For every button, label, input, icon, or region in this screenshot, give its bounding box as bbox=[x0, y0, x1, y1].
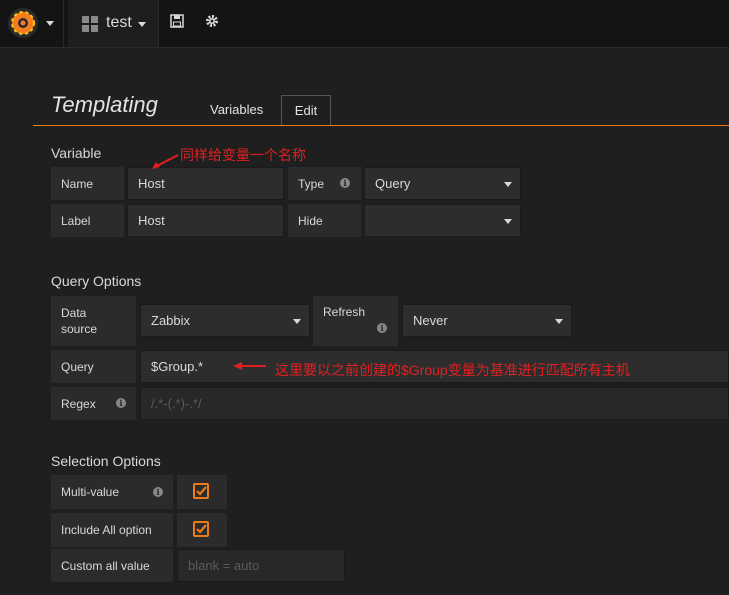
info-icon: i bbox=[377, 323, 387, 333]
dashboard-title: test bbox=[106, 14, 132, 31]
grafana-logo-icon bbox=[8, 8, 38, 38]
multi-value-checkbox-wrap bbox=[177, 475, 227, 509]
grafana-menu-button[interactable] bbox=[0, 0, 64, 47]
chevron-down-icon bbox=[138, 22, 146, 27]
multi-value-label: Multi-value i bbox=[51, 475, 173, 509]
tab-edit[interactable]: Edit bbox=[281, 95, 331, 126]
page-title: Templating bbox=[51, 92, 158, 117]
label-label: Label bbox=[51, 204, 124, 237]
multi-value-label-text: Multi-value bbox=[61, 485, 120, 499]
type-label: Type i bbox=[288, 167, 361, 200]
variable-section-title: Variable bbox=[51, 145, 102, 161]
datasource-label: Data source bbox=[51, 296, 136, 346]
selection-options-section-title: Selection Options bbox=[51, 453, 161, 469]
name-input[interactable]: Host bbox=[127, 167, 284, 200]
regex-input[interactable]: /.*-(.*)-.*/ bbox=[140, 387, 729, 420]
tab-underline bbox=[33, 125, 729, 126]
type-select-value: Query bbox=[375, 176, 411, 191]
include-all-checkbox-wrap bbox=[177, 513, 227, 547]
save-icon[interactable] bbox=[168, 14, 186, 32]
info-icon: i bbox=[153, 487, 163, 497]
regex-label: Regex i bbox=[51, 387, 136, 420]
type-select[interactable]: Query bbox=[364, 167, 521, 200]
info-icon: i bbox=[116, 398, 126, 408]
custom-all-input[interactable]: blank = auto bbox=[177, 549, 345, 582]
top-navbar: test bbox=[0, 0, 729, 48]
datasource-select-value: Zabbix bbox=[151, 313, 191, 328]
red-arrow-icon bbox=[152, 154, 179, 169]
hide-label: Hide bbox=[288, 204, 361, 237]
gear-icon[interactable] bbox=[203, 14, 221, 32]
regex-placeholder: /.*-(.*)-.*/ bbox=[151, 396, 202, 411]
dashboard-grid-icon bbox=[82, 16, 98, 32]
label-input[interactable]: Host bbox=[127, 204, 284, 237]
chevron-down-icon bbox=[504, 218, 512, 224]
multi-value-checkbox[interactable] bbox=[193, 483, 209, 499]
info-icon: i bbox=[340, 178, 350, 188]
label-input-value: Host bbox=[138, 213, 165, 228]
query-label: Query bbox=[51, 350, 136, 383]
refresh-select-value: Never bbox=[413, 313, 448, 328]
include-all-label: Include All option bbox=[51, 513, 173, 547]
query-annotation: 这里要以之前创建的$Group变量为基准进行匹配所有主机 bbox=[275, 362, 630, 378]
tab-variables[interactable]: Variables bbox=[203, 95, 270, 125]
chevron-down-icon bbox=[293, 318, 301, 324]
query-input-value: $Group.* bbox=[151, 359, 204, 374]
name-label: Name bbox=[51, 167, 124, 200]
chevron-down-icon bbox=[504, 181, 512, 187]
chevron-down-icon bbox=[555, 318, 563, 324]
regex-label-text: Regex bbox=[61, 396, 96, 411]
custom-all-placeholder: blank = auto bbox=[188, 558, 260, 573]
query-options-section-title: Query Options bbox=[51, 273, 142, 289]
type-label-text: Type bbox=[298, 176, 325, 191]
refresh-label: Refresh i bbox=[313, 296, 398, 346]
custom-all-label: Custom all value bbox=[51, 549, 173, 582]
name-annotation: 同样给变量一个名称 bbox=[180, 147, 306, 163]
datasource-select[interactable]: Zabbix bbox=[140, 304, 310, 337]
refresh-select[interactable]: Never bbox=[402, 304, 572, 337]
include-all-checkbox[interactable] bbox=[193, 521, 209, 537]
name-input-value: Host bbox=[138, 176, 165, 191]
dashboard-picker-button[interactable]: test bbox=[68, 0, 159, 47]
red-arrow-icon bbox=[233, 362, 266, 370]
chevron-down-icon bbox=[46, 21, 54, 26]
hide-select[interactable] bbox=[364, 204, 521, 237]
refresh-label-text: Refresh bbox=[323, 305, 366, 319]
